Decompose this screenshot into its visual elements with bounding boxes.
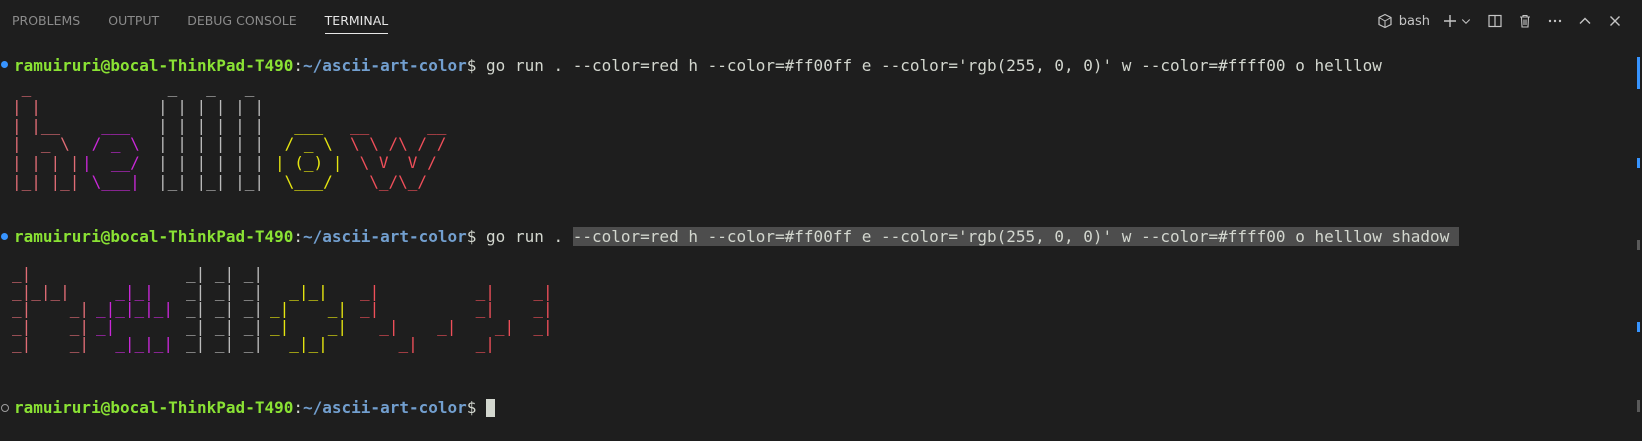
tab-problems[interactable]: PROBLEMS: [12, 0, 80, 42]
ascii-shadow-h: _| _|_|_| _| _| _| _| _| _|: [12, 264, 90, 353]
panel-tabbar: PROBLEMS OUTPUT DEBUG CONSOLE TERMINAL b…: [0, 0, 1642, 42]
prompt-path: ~/ascii-art-color: [303, 227, 467, 246]
command-success-decoration[interactable]: [1, 61, 8, 68]
split-icon: [1488, 14, 1502, 28]
scroll-marker: [1637, 240, 1640, 250]
ascii-shadow-lll: _| _| _| _| _| _| _| _| _| _| _| _| _| _…: [186, 264, 264, 353]
maximize-panel-button[interactable]: [1572, 8, 1598, 34]
command-text: go run .: [476, 227, 573, 246]
command-text: go run . --color=red h --color=#ff00ff e…: [476, 56, 1382, 75]
new-terminal-button[interactable]: [1442, 8, 1472, 34]
more-actions-button[interactable]: [1542, 8, 1568, 34]
close-icon: [1610, 16, 1620, 26]
prompt-path: ~/ascii-art-color: [303, 56, 467, 75]
command-line-2: ramuiruri@bocal-ThinkPad-T490:~/ascii-ar…: [14, 227, 1459, 246]
shell-label: bash: [1398, 13, 1430, 29]
command-line-1: ramuiruri@bocal-ThinkPad-T490:~/ascii-ar…: [14, 56, 1382, 75]
ascii-shadow-e: _|_| _|_|_|_| _| _|_|_|: [96, 281, 174, 353]
scroll-marker: [1637, 322, 1640, 332]
plus-icon: [1444, 15, 1456, 27]
prompt-user: ramuiruri@bocal-ThinkPad-T490: [14, 56, 294, 75]
tab-terminal[interactable]: TERMINAL: [324, 0, 388, 42]
split-terminal-button[interactable]: [1482, 8, 1508, 34]
ascii-h: _ | | | |__ | _ \ | | | | |_| |_|: [12, 78, 80, 191]
ascii-o: ___ / _ \ | (_) | \___/: [275, 115, 343, 191]
terminal-scrollbar[interactable]: [1632, 42, 1642, 441]
chevron-down-icon[interactable]: [1460, 15, 1472, 27]
scroll-marker: [1637, 400, 1640, 412]
selected-text[interactable]: --color=red h --color=#ff00ff e --color=…: [572, 227, 1459, 246]
ascii-shadow-o: _|_| _| _| _| _| _|_|: [270, 281, 348, 353]
prompt-user: ramuiruri@bocal-ThinkPad-T490: [14, 398, 294, 417]
ascii-shadow-w: _| _| _| _| _| _| _| _| _| _| _| _|: [360, 281, 553, 353]
command-success-decoration[interactable]: [1, 233, 8, 240]
kill-terminal-button[interactable]: [1512, 8, 1538, 34]
text-cursor: [486, 399, 496, 417]
trash-icon: [1520, 14, 1530, 28]
prompt-symbol: $: [466, 398, 477, 417]
scroll-marker: [1637, 158, 1640, 168]
ascii-e: ___ / _ \ | __/ \___|: [82, 115, 140, 191]
terminal-output[interactable]: ramuiruri@bocal-ThinkPad-T490:~/ascii-ar…: [0, 42, 1632, 441]
prompt-symbol: $: [466, 227, 477, 246]
terminal-cube-icon: [1378, 13, 1392, 29]
chevron-up-icon: [1579, 17, 1591, 24]
panel-actions: bash: [1373, 0, 1628, 42]
command-pending-decoration[interactable]: [1, 404, 9, 412]
ellipsis-icon: [1548, 19, 1562, 23]
tab-output[interactable]: OUTPUT: [108, 0, 159, 42]
tab-debug-console[interactable]: DEBUG CONSOLE: [187, 0, 296, 42]
command-line-3: ramuiruri@bocal-ThinkPad-T490:~/ascii-ar…: [14, 398, 496, 417]
scroll-marker: [1637, 57, 1640, 89]
ascii-w: __ __ \ \ /\ / / \ V V / \_/\_/: [350, 115, 447, 191]
prompt-user: ramuiruri@bocal-ThinkPad-T490: [14, 227, 294, 246]
prompt-path: ~/ascii-art-color: [303, 398, 467, 417]
ascii-lll: _ _ _ | | | | | | | | | | | | | | | | | …: [158, 78, 264, 191]
close-panel-button[interactable]: [1602, 8, 1628, 34]
shell-selector[interactable]: bash: [1377, 8, 1430, 34]
prompt-symbol: $: [466, 56, 477, 75]
